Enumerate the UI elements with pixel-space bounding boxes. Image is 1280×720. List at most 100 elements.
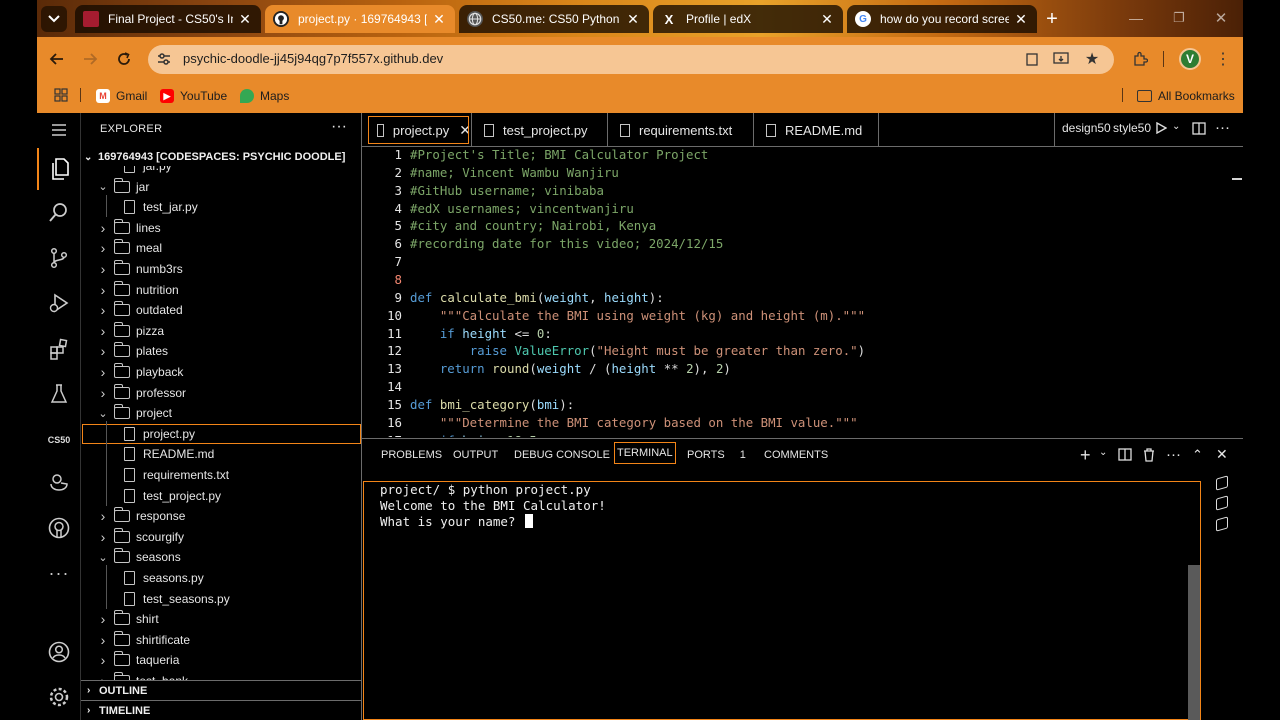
- browser-tab-4[interactable]: X Profile | edX ✕: [653, 5, 843, 33]
- menu-hamburger-icon[interactable]: [37, 113, 81, 147]
- panel-tab-problems[interactable]: PROBLEMS: [381, 449, 442, 461]
- code-line[interactable]: 14: [362, 379, 1231, 397]
- outline-section[interactable]: › OUTLINE: [81, 680, 362, 700]
- code-line[interactable]: 12 raise ValueError("Height must be grea…: [362, 343, 1231, 361]
- close-icon[interactable]: ✕: [237, 11, 253, 28]
- close-window-icon[interactable]: ✕: [1210, 8, 1232, 28]
- workspace-root[interactable]: ⌄ 169764943 [CODESPACES: PSYCHIC DOODLE]: [84, 148, 362, 166]
- tree-file-row[interactable]: test_project.py: [82, 486, 361, 506]
- tree-folder-row[interactable]: › taqueria: [82, 650, 361, 670]
- bookmark-star-icon[interactable]: ★: [1083, 50, 1101, 68]
- code-line[interactable]: 3 #GitHub username; vinibaba: [362, 183, 1231, 201]
- code-line[interactable]: 16 """Determine the BMI category based o…: [362, 415, 1231, 433]
- tree-folder-row[interactable]: › response: [82, 506, 361, 526]
- split-editor-icon[interactable]: [1192, 122, 1206, 138]
- design50-button[interactable]: design50: [1062, 121, 1111, 135]
- terminal-scrollbar[interactable]: [1188, 565, 1200, 720]
- tree-folder-row[interactable]: › professor: [82, 383, 361, 403]
- panel-tab-ports[interactable]: PORTS 1: [687, 449, 746, 461]
- close-panel-icon[interactable]: ✕: [1216, 446, 1228, 463]
- close-icon[interactable]: ✕: [1013, 11, 1029, 28]
- editor-tab-test-project-py[interactable]: test_project.py: [472, 113, 608, 147]
- cs50-icon[interactable]: CS50: [37, 420, 81, 460]
- extensions-icon[interactable]: [1130, 49, 1150, 69]
- code-line[interactable]: 6 #recording date for this video; 2024/12…: [362, 236, 1231, 254]
- install-app-icon[interactable]: [1052, 50, 1070, 68]
- github-icon[interactable]: [37, 508, 81, 548]
- all-bookmarks-button[interactable]: All Bookmarks: [1137, 86, 1235, 106]
- settings-gear-icon[interactable]: [37, 677, 81, 717]
- tree-folder-row[interactable]: › numb3rs: [82, 259, 361, 279]
- tree-file-row[interactable]: test_jar.py: [82, 197, 361, 217]
- tree-folder-row[interactable]: ⌄ jar: [82, 177, 361, 197]
- tree-folder-row[interactable]: ⌄ seasons: [82, 547, 361, 567]
- close-icon[interactable]: ✕: [459, 122, 471, 139]
- run-debug-icon[interactable]: [37, 283, 81, 323]
- code-line[interactable]: 10 """Calculate the BMI using weight (kg…: [362, 308, 1231, 326]
- tree-folder-row[interactable]: ›test_bank: [82, 671, 361, 680]
- tree-file-row[interactable]: project.py: [82, 423, 361, 444]
- editor-tab-project-py[interactable]: project.py ✕: [365, 113, 472, 147]
- url-text[interactable]: psychic-doodle-jj45j94qg7p7f557x.github.…: [183, 51, 443, 66]
- new-tab-button[interactable]: +: [1040, 7, 1064, 31]
- code-line[interactable]: 17 if bmi < 18.5:: [362, 433, 1231, 437]
- tree-folder-row[interactable]: › meal: [82, 238, 361, 258]
- tree-folder-row[interactable]: › pizza: [82, 321, 361, 341]
- source-control-icon[interactable]: [37, 238, 81, 278]
- timeline-section[interactable]: › TIMELINE: [81, 700, 362, 720]
- maximize-panel-icon[interactable]: ⌃: [1192, 447, 1203, 463]
- panel-tab-comments[interactable]: COMMENTS: [764, 449, 828, 461]
- tab-search-chevron-icon[interactable]: [41, 6, 67, 32]
- split-terminal-icon[interactable]: [1118, 448, 1132, 465]
- tree-file-row[interactable]: requirements.txt: [82, 465, 361, 485]
- close-icon[interactable]: ✕: [431, 11, 447, 28]
- code-line[interactable]: 7: [362, 254, 1231, 272]
- bookmark-gmail[interactable]: M Gmail: [96, 86, 147, 106]
- code-editor[interactable]: 1 #Project's Title; BMI Calculator Projec…: [362, 147, 1231, 437]
- explorer-more-icon[interactable]: ···: [331, 118, 347, 136]
- editor-more-icon[interactable]: ···: [1215, 119, 1230, 136]
- terminal[interactable]: project/ $ python project.py Welcome to …: [363, 481, 1201, 720]
- terminal-profile-chevron-icon[interactable]: ⌄: [1099, 447, 1107, 458]
- panel-tab-terminal[interactable]: TERMINAL: [614, 442, 676, 464]
- style50-button[interactable]: style50: [1113, 121, 1151, 135]
- tree-file-row[interactable]: seasons.py: [82, 568, 361, 588]
- profile-avatar[interactable]: V: [1179, 48, 1201, 70]
- new-terminal-plus-icon[interactable]: +: [1080, 445, 1091, 466]
- extensions-blocks-icon[interactable]: [37, 329, 81, 369]
- code-line[interactable]: 15 def bmi_category(bmi):: [362, 397, 1231, 415]
- trash-icon[interactable]: [1143, 448, 1155, 466]
- forward-icon[interactable]: [79, 48, 101, 70]
- tree-file-row[interactable]: jar.py: [82, 166, 361, 176]
- code-line[interactable]: 11 if height <= 0:: [362, 326, 1231, 344]
- browser-tab-5[interactable]: G how do you record scree ✕: [847, 5, 1037, 33]
- code-line[interactable]: 1 #Project's Title; BMI Calculator Projec…: [362, 147, 1231, 165]
- duck-debugger-icon[interactable]: [37, 463, 81, 503]
- bookmark-youtube[interactable]: ▶ YouTube: [160, 86, 227, 106]
- code-line[interactable]: 2 #name; Vincent Wambu Wanjiru: [362, 165, 1231, 183]
- maximize-icon[interactable]: ❐: [1168, 8, 1190, 28]
- browser-tab-3[interactable]: CS50.me: CS50 Python ✕: [459, 5, 649, 33]
- account-icon[interactable]: [37, 632, 81, 672]
- site-info-icon[interactable]: [154, 49, 174, 69]
- bookmark-maps[interactable]: Maps: [240, 86, 289, 106]
- tree-folder-row[interactable]: › scourgify: [82, 527, 361, 547]
- browser-menu-icon[interactable]: ⋮: [1215, 49, 1231, 69]
- code-line[interactable]: 4 #edX usernames; vincentwanjiru: [362, 201, 1231, 219]
- code-line[interactable]: 9 def calculate_bmi(weight, height):: [362, 290, 1231, 308]
- panel-more-icon[interactable]: ···: [1166, 446, 1181, 463]
- tree-file-row[interactable]: README.md: [82, 444, 361, 464]
- browser-tab-2[interactable]: project.py · 169764943 [Codespaces ✕: [265, 5, 455, 33]
- search-icon[interactable]: [37, 192, 81, 232]
- editor-tab-requirements-txt[interactable]: requirements.txt: [608, 113, 754, 147]
- clipboard-icon[interactable]: [1023, 50, 1041, 68]
- close-icon[interactable]: ✕: [625, 11, 641, 28]
- panel-tab-output[interactable]: OUTPUT: [453, 449, 498, 461]
- tree-folder-row[interactable]: › nutrition: [82, 280, 361, 300]
- tree-folder-row[interactable]: › outdated: [82, 300, 361, 320]
- close-icon[interactable]: ✕: [819, 11, 835, 28]
- tree-folder-row[interactable]: › playback: [82, 362, 361, 382]
- apps-grid-icon[interactable]: [52, 86, 70, 104]
- code-line[interactable]: 13 return round(weight / (height ** 2), …: [362, 361, 1231, 379]
- browser-tab-1[interactable]: Final Project - CS50's Intro ✕: [75, 5, 261, 33]
